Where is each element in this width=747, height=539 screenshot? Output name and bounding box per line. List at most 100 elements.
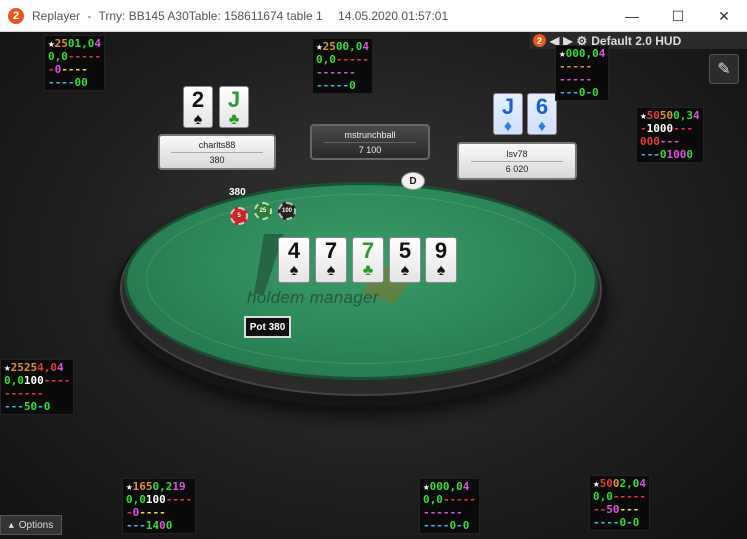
hud-row: ---- 00 bbox=[48, 76, 101, 89]
hud-stat: ---- bbox=[165, 493, 193, 506]
hud-stat: ---- bbox=[423, 519, 450, 532]
hud-row: --- 14 00 bbox=[126, 519, 192, 532]
hud-stat: 5 bbox=[145, 480, 153, 493]
hud-top-center[interactable]: ★ 25 0 0,0 4 0,0 ----- ------ ----- 0 bbox=[312, 38, 373, 94]
hud-row: --- 0-0 bbox=[559, 86, 605, 99]
hud-bottom-center[interactable]: ★ 0 0 0,0 4 0,0 ----- ------ ---- 0-0 bbox=[419, 478, 480, 534]
hud-stat: 0,0 bbox=[423, 493, 443, 506]
hud-stat: 0,0 bbox=[442, 480, 463, 493]
hud-row: 0,0 ----- bbox=[423, 493, 476, 506]
hud-stat: 0,0 bbox=[578, 47, 599, 60]
hud-stat: 0 bbox=[159, 519, 166, 532]
board-card-3: 7 ♣ bbox=[352, 237, 384, 283]
hud-right[interactable]: ★ 50 50 0,3 4-100 0 --- 000 --- --- 0 100 0 bbox=[636, 107, 704, 163]
hud-stat: 0 bbox=[686, 148, 693, 161]
hud-stat: ----- bbox=[316, 79, 350, 92]
pencil-edit-button[interactable]: ✎ bbox=[709, 54, 739, 84]
hud-row: ---- 0-0 bbox=[423, 519, 476, 532]
hud-stat: 4 bbox=[362, 40, 369, 53]
hud-stat: ------ bbox=[4, 387, 44, 400]
close-icon[interactable]: ✕ bbox=[701, 0, 747, 32]
hud-stat: 0 bbox=[132, 506, 140, 519]
hud-bottom-right[interactable]: ★ 50 0 2,0 4 0,0 ----- -- 50 --- ---- 0-0 bbox=[589, 475, 650, 531]
hud-row: ★ 16 5 0,2 19 bbox=[126, 480, 192, 493]
hud-stat: - bbox=[48, 63, 55, 76]
hud-row: ----- 0 bbox=[316, 79, 369, 92]
hud-logo-icon: 2 bbox=[533, 34, 546, 47]
maximize-icon[interactable]: ☐ bbox=[655, 0, 701, 32]
minimize-icon[interactable]: — bbox=[609, 0, 655, 32]
hud-stat: ---- bbox=[48, 76, 75, 89]
hud-stat: 4,0 bbox=[37, 361, 57, 374]
hud-stat: - bbox=[456, 519, 463, 532]
hud-stat: ---- bbox=[139, 506, 166, 519]
hud-top-left[interactable]: ★ 25 0 1,0 4 0,0 ----- -0 ---- ---- 00 bbox=[44, 35, 105, 91]
options-button[interactable]: ▴ Options bbox=[0, 515, 62, 535]
hud-stat: 0 bbox=[335, 40, 343, 53]
hud-stat: ------ bbox=[423, 506, 463, 519]
hud-stat: 0,0 bbox=[593, 490, 613, 503]
hud-stat: 0 bbox=[592, 86, 599, 99]
seat-charlts88[interactable]: charlts88 380 bbox=[158, 134, 276, 170]
hud-stat: 0 bbox=[165, 519, 173, 532]
hud-stat: 0,0 bbox=[316, 53, 336, 66]
seat-mstrunchball[interactable]: mstrunchball 7 100 bbox=[310, 124, 430, 160]
hud-stat: 0 bbox=[666, 122, 674, 135]
hud-top-right[interactable]: ★ 0 0 0,0 4 ----- ----- --- 0-0 bbox=[555, 45, 610, 101]
hud-row: ★ 0 0 0,0 4 bbox=[423, 480, 476, 493]
hud-stat: 000 bbox=[640, 135, 660, 148]
seat-lsv78[interactable]: lsv78 6 020 bbox=[457, 142, 577, 180]
chip-25: 25 bbox=[254, 202, 272, 220]
hud-stat: - bbox=[37, 400, 44, 413]
hud-row: ★ 50 0 2,0 4 bbox=[593, 477, 646, 490]
hole-card-lsv78-2: 6 ♦ bbox=[527, 93, 557, 135]
hud-stat: ★ bbox=[423, 480, 430, 493]
hud-bottom-left[interactable]: ★ 16 5 0,2 19 0,0 100 ---- -0 ---- --- 14 00 bbox=[122, 478, 197, 534]
hud-stat: - bbox=[585, 86, 593, 99]
hud-stat: ---- bbox=[43, 374, 71, 387]
hud-stat: ★ bbox=[48, 37, 55, 50]
hud-row: ------ bbox=[316, 66, 369, 79]
board-card-2: 7 ♠ bbox=[315, 237, 347, 283]
chevron-up-icon: ▴ bbox=[8, 519, 14, 531]
hud-stat: ---- bbox=[61, 63, 88, 76]
hud-stat: 4 bbox=[462, 480, 470, 493]
hud-stat: ----- bbox=[559, 60, 593, 73]
hud-stat: 100 bbox=[23, 374, 44, 387]
hud-row: ----- bbox=[559, 60, 605, 73]
board-card-5: 9 ♠ bbox=[425, 237, 457, 283]
hud-row: ------ bbox=[423, 506, 476, 519]
hud-stat: - bbox=[640, 122, 647, 135]
hud-stat: 0 bbox=[632, 516, 640, 529]
hud-row: 0,0 100 ---- bbox=[4, 374, 70, 387]
hud-row: ★ 25 0 0,0 4 bbox=[316, 40, 369, 53]
hud-row: --- 50 - 0 bbox=[4, 400, 70, 413]
hud-row: 0,0 ----- bbox=[316, 53, 369, 66]
hud-stat: 0 bbox=[67, 37, 75, 50]
hud-stat: 25 bbox=[54, 37, 68, 50]
hud-stat: ★ bbox=[316, 40, 323, 53]
hud-stat: 0,0 bbox=[48, 50, 68, 63]
hud-stat: 0 bbox=[429, 480, 437, 493]
hud-stat: --- bbox=[4, 400, 24, 413]
hud-stat: 50 bbox=[599, 477, 613, 490]
hud-stat: ★ bbox=[593, 477, 600, 490]
hud-stat: 25 bbox=[23, 361, 38, 374]
hud-stat: 19 bbox=[172, 480, 186, 493]
hud-stat: ----- bbox=[335, 53, 369, 66]
hud-stat: 25 bbox=[10, 361, 24, 374]
hud-stat: 4 bbox=[94, 37, 101, 50]
hud-row: ★ 25 25 4,0 4 bbox=[4, 361, 70, 374]
hud-stat: 14 bbox=[145, 519, 160, 532]
hud-row: -100 0 --- bbox=[640, 122, 700, 135]
hud-stat: 4 bbox=[57, 361, 64, 374]
hud-stat: 2,0 bbox=[619, 477, 640, 490]
hud-left[interactable]: ★ 25 25 4,0 4 0,0 100 ---- ------ --- 50 - 0 bbox=[0, 359, 75, 415]
hud-stat: - bbox=[626, 516, 633, 529]
hud-row: ★ 50 50 0,3 4 bbox=[640, 109, 700, 122]
hud-stat: ★ bbox=[559, 47, 566, 60]
hud-stat: --- bbox=[659, 135, 680, 148]
hud-stat: 0,3 bbox=[673, 109, 693, 122]
hud-row: 0,0 100 ---- bbox=[126, 493, 192, 506]
hud-stat: 0 bbox=[449, 519, 457, 532]
